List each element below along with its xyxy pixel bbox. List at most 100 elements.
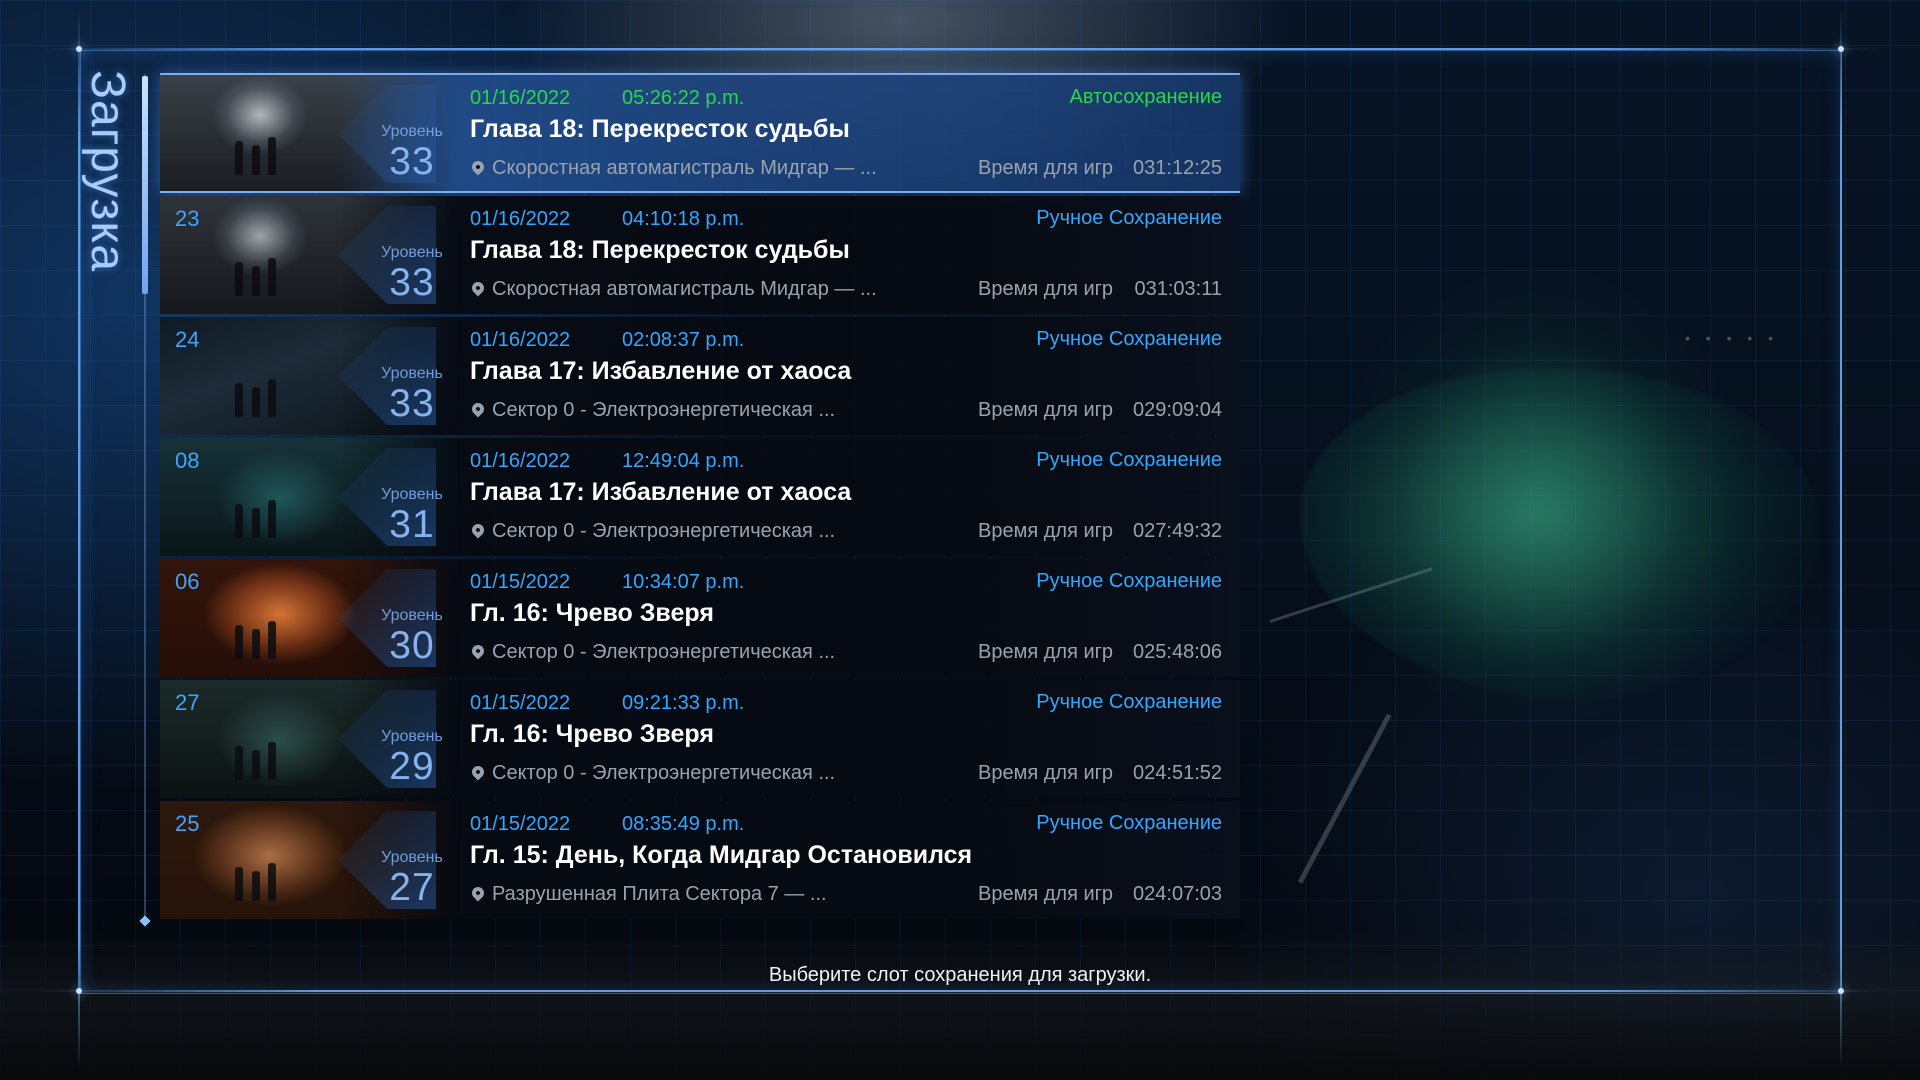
- level-value: 27: [389, 866, 435, 909]
- location-pin-icon: [469, 158, 487, 176]
- chapter-title: Глава 17: Избавление от хаоса: [470, 357, 852, 385]
- frame-corner-dot: [1838, 46, 1844, 52]
- chapter-title: Гл. 16: Чрево Зверя: [470, 599, 714, 627]
- slot-number: 24: [175, 327, 200, 352]
- save-location: Сектор 0 - Электроэнергетическая ...: [492, 399, 836, 421]
- save-location: Сектор 0 - Электроэнергетическая ...: [492, 520, 836, 542]
- save-slot-7[interactable]: 25 Уровень 27 01/15/2022 08:35:49 p.m. Р…: [160, 801, 1240, 919]
- level-label: Уровень: [381, 728, 443, 745]
- playtime-value: 031:12:25: [1133, 157, 1222, 179]
- save-slot-3[interactable]: 24 Уровень 33 01/16/2022 02:08:37 p.m. Р…: [160, 317, 1240, 435]
- save-time: 10:34:07 p.m.: [622, 571, 745, 593]
- thumbnail-figure: [268, 742, 276, 780]
- thumbnail-figure: [252, 266, 260, 296]
- frame-corner-dot: [76, 988, 82, 994]
- save-time: 09:21:33 p.m.: [622, 692, 745, 714]
- save-date: 01/16/2022: [470, 208, 571, 230]
- save-type: Ручное Сохранение: [1036, 449, 1222, 471]
- thumbnail-figure: [268, 863, 276, 901]
- save-time: 05:26:22 p.m.: [622, 87, 745, 109]
- level-value: 33: [389, 140, 435, 183]
- slot-number: 23: [175, 206, 200, 231]
- level-label: Уровень: [381, 486, 443, 503]
- thumbnail-figure: [268, 137, 276, 175]
- frame-corner-dot: [1838, 988, 1844, 994]
- playtime-value: 031:03:11: [1134, 278, 1223, 300]
- thumbnail-figure: [235, 141, 243, 175]
- playtime-value: 027:49:32: [1133, 520, 1222, 542]
- save-slot-4[interactable]: 08 Уровень 31 01/16/2022 12:49:04 p.m. Р…: [160, 438, 1240, 556]
- chapter-title: Гл. 15: День, Когда Мидгар Остановился: [470, 841, 973, 869]
- location-pin-icon: [469, 642, 487, 660]
- save-slot-list: Уровень 33 01/16/2022 05:26:22 p.m. Авто…: [160, 73, 1240, 922]
- chapter-title: Глава 18: Перекресток судьбы: [470, 115, 850, 143]
- playtime-label: Время для игр: [978, 157, 1114, 179]
- thumbnail-figure: [268, 621, 276, 659]
- chapter-title: Глава 18: Перекресток судьбы: [470, 236, 850, 264]
- playtime-label: Время для игр: [978, 883, 1114, 905]
- frame-top-line: [40, 48, 1880, 50]
- save-date: 01/16/2022: [470, 87, 571, 109]
- thumbnail-figure: [252, 387, 260, 417]
- chapter-title: Гл. 16: Чрево Зверя: [470, 720, 714, 748]
- save-time: 12:49:04 p.m.: [622, 450, 745, 472]
- level-value: 33: [389, 261, 435, 304]
- scrollbar-thumb[interactable]: [142, 76, 148, 294]
- thumbnail-figure: [252, 145, 260, 175]
- playtime-value: 025:48:06: [1133, 641, 1222, 663]
- level-value: 31: [389, 503, 435, 546]
- thumbnail-figure: [268, 379, 276, 417]
- playtime-value: 024:51:52: [1133, 762, 1222, 784]
- frame-right-line: [1840, 10, 1842, 1070]
- playtime-value: 029:09:04: [1133, 399, 1222, 421]
- save-slot-1[interactable]: Уровень 33 01/16/2022 05:26:22 p.m. Авто…: [160, 73, 1240, 193]
- page-title: Загрузка: [81, 70, 134, 273]
- save-type: Ручное Сохранение: [1036, 812, 1222, 834]
- save-type: Ручное Сохранение: [1036, 328, 1222, 350]
- thumbnail-figure: [235, 867, 243, 901]
- thumbnail-figure: [235, 504, 243, 538]
- location-pin-icon: [469, 521, 487, 539]
- save-type: Автосохранение: [1069, 86, 1222, 108]
- chapter-title: Глава 17: Избавление от хаоса: [470, 478, 852, 506]
- frame-corner-dot: [76, 46, 82, 52]
- thumbnail-figure: [235, 625, 243, 659]
- footer-hint: Выберите слот сохранения для загрузки.: [768, 964, 1152, 986]
- slot-number: 27: [175, 690, 200, 715]
- slot-number: 06: [175, 569, 200, 594]
- save-time: 02:08:37 p.m.: [622, 329, 745, 351]
- playtime-label: Время для игр: [978, 399, 1114, 421]
- thumbnail-figure: [268, 500, 276, 538]
- save-time: 08:35:49 p.m.: [622, 813, 745, 835]
- load-screen: • • • • • Загрузка Уровень 33 01/16/2022…: [0, 0, 1920, 1080]
- thumbnail-figure: [235, 383, 243, 417]
- level-label: Уровень: [381, 365, 443, 382]
- save-type: Ручное Сохранение: [1036, 570, 1222, 592]
- location-pin-icon: [469, 279, 487, 297]
- thumbnail-figure: [235, 262, 243, 296]
- thumbnail-figure: [252, 629, 260, 659]
- save-date: 01/15/2022: [470, 813, 571, 835]
- save-slot-6[interactable]: 27 Уровень 29 01/15/2022 09:21:33 p.m. Р…: [160, 680, 1240, 798]
- level-label: Уровень: [381, 607, 443, 624]
- save-slot-2[interactable]: 23 Уровень 33 01/16/2022 04:10:18 p.m. Р…: [160, 196, 1240, 314]
- playtime-value: 024:07:03: [1133, 883, 1222, 905]
- level-label: Уровень: [381, 849, 443, 866]
- playtime-label: Время для игр: [978, 520, 1114, 542]
- save-type: Ручное Сохранение: [1036, 207, 1222, 229]
- save-location: Сектор 0 - Электроэнергетическая ...: [492, 762, 836, 784]
- slot-number: 25: [175, 811, 200, 836]
- thumbnail-figure: [252, 871, 260, 901]
- level-value: 30: [389, 624, 435, 667]
- save-time: 04:10:18 p.m.: [622, 208, 745, 230]
- playtime-label: Время для игр: [978, 641, 1114, 663]
- thumbnail-figure: [252, 750, 260, 780]
- save-type: Ручное Сохранение: [1036, 691, 1222, 713]
- save-slot-5[interactable]: 06 Уровень 30 01/15/2022 10:34:07 p.m. Р…: [160, 559, 1240, 677]
- slot-number: 08: [175, 448, 200, 473]
- save-location: Разрушенная Плита Сектора 7 — ...: [492, 883, 827, 905]
- save-date: 01/16/2022: [470, 329, 571, 351]
- thumbnail-figure: [268, 258, 276, 296]
- frame-bottom-line: [40, 990, 1880, 992]
- save-date: 01/15/2022: [470, 571, 571, 593]
